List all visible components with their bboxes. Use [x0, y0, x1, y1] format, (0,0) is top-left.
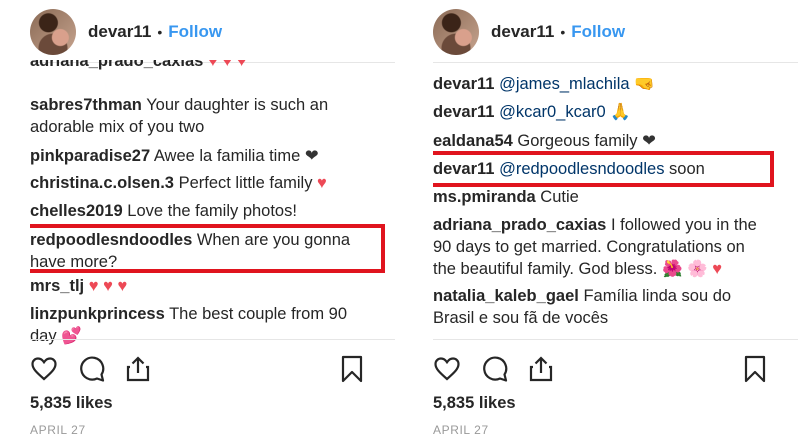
comment-text-cont: the beautiful family. God bless.	[433, 260, 658, 278]
likes-count[interactable]: 5,835 likes	[30, 394, 113, 413]
comment-text-cont: Brasil e sou fã de vocês	[433, 309, 609, 327]
comment-text: Família linda sou do	[583, 287, 732, 305]
comment-username[interactable]: ms.pmiranda	[433, 188, 536, 206]
flowers-emoji: 🌺 🌸 ♥	[662, 260, 723, 278]
header-separator: •	[157, 24, 163, 40]
clipped-comment: adriana_prado_caxias ♥ ♥ ♥	[30, 60, 395, 78]
comment-text: Love the family photos!	[127, 202, 297, 220]
avatar[interactable]	[433, 9, 479, 55]
heart-emoji: ❤	[304, 147, 319, 165]
post-date: APRIL 27	[433, 423, 489, 437]
post-panel-left: devar11 • Follow adriana_prado_caxias ♥ …	[30, 0, 395, 445]
comment-text-cont: day	[30, 327, 57, 345]
share-icon[interactable]	[527, 355, 555, 383]
hearts-emoji: 💕	[61, 327, 82, 345]
post-panel-right: devar11 • Follow devar11 @james_mlachila…	[433, 0, 798, 445]
comment-username[interactable]: pinkparadise27	[30, 147, 150, 165]
comment-username[interactable]: linzpunkprincess	[30, 305, 165, 323]
comment-item: pinkparadise27 Awee la familia time ❤	[30, 145, 395, 167]
highlight-box	[30, 224, 385, 273]
post-header: devar11 • Follow	[30, 8, 395, 56]
post-header: devar11 • Follow	[433, 8, 798, 56]
heart-emoji: ♥	[317, 174, 327, 192]
mention-link[interactable]: @james_mlachila	[499, 75, 629, 93]
comment-text: Awee la familia time	[153, 147, 301, 165]
comment-text: Perfect little family	[178, 174, 313, 192]
comment-username[interactable]: mrs_tlj	[30, 277, 84, 295]
bookmark-icon[interactable]	[743, 355, 767, 383]
praying-hands-emoji: 🙏	[610, 103, 631, 121]
mention-link[interactable]: @kcar0_kcar0	[499, 103, 606, 121]
highlight-box	[433, 151, 774, 187]
comment-bubble-icon[interactable]	[78, 355, 106, 383]
comment-item: christina.c.olsen.3 Perfect little famil…	[30, 172, 395, 194]
action-bar	[30, 355, 395, 387]
header-username[interactable]: devar11	[491, 22, 554, 42]
comment-text: Your daughter is such an	[146, 96, 329, 114]
hearts-emoji: ♥ ♥ ♥	[88, 277, 128, 295]
header-separator: •	[560, 24, 566, 40]
header-username[interactable]: devar11	[88, 22, 151, 42]
comment-username[interactable]: adriana_prado_caxias	[30, 60, 203, 70]
avatar[interactable]	[30, 9, 76, 55]
heart-emoji: ❤	[642, 132, 656, 150]
heart-outline-icon[interactable]	[433, 355, 461, 383]
action-bar	[433, 355, 798, 387]
post-date: APRIL 27	[30, 423, 86, 437]
comment-item: ms.pmiranda Cutie	[433, 186, 798, 208]
comment-username[interactable]: christina.c.olsen.3	[30, 174, 174, 192]
comment-username[interactable]: devar11	[433, 75, 494, 93]
comment-item: linzpunkprincess The best couple from 90…	[30, 303, 395, 347]
likes-count[interactable]: 5,835 likes	[433, 394, 516, 413]
follow-button[interactable]: Follow	[168, 22, 222, 42]
comment-username[interactable]: sabres7thman	[30, 96, 142, 114]
comment-item: chelles2019 Love the family photos!	[30, 200, 395, 222]
comment-item: devar11 @kcar0_kcar0 🙏	[433, 101, 798, 123]
comment-item: natalia_kaleb_gael Família linda sou do …	[433, 285, 798, 329]
comment-text: I followed you in the	[610, 216, 757, 234]
hearts-emoji: ♥ ♥ ♥	[207, 60, 247, 70]
comment-item: adriana_prado_caxias I followed you in t…	[433, 214, 798, 280]
comment-text: Gorgeous family	[517, 132, 638, 150]
comment-item: devar11 @james_mlachila 🤜	[433, 73, 798, 95]
fist-bump-emoji: 🤜	[634, 75, 655, 93]
heart-outline-icon[interactable]	[30, 355, 58, 383]
comment-text: Cutie	[540, 188, 579, 206]
comment-item: sabres7thman Your daughter is such an ad…	[30, 94, 395, 138]
comment-bubble-icon[interactable]	[481, 355, 509, 383]
comment-username[interactable]: natalia_kaleb_gael	[433, 287, 579, 305]
follow-button[interactable]: Follow	[571, 22, 625, 42]
share-icon[interactable]	[124, 355, 152, 383]
header-divider	[433, 62, 798, 63]
comment-text: The best couple from 90	[169, 305, 348, 323]
bookmark-icon[interactable]	[340, 355, 364, 383]
comment-text-cont: adorable mix of you two	[30, 118, 205, 136]
comment-username[interactable]: devar11	[433, 103, 494, 121]
comments-divider	[433, 339, 798, 340]
comment-username[interactable]: ealdana54	[433, 132, 513, 150]
comment-item: mrs_tlj ♥ ♥ ♥	[30, 275, 395, 297]
comment-username[interactable]: chelles2019	[30, 202, 123, 220]
comments-divider	[30, 339, 395, 340]
comment-item: ealdana54 Gorgeous family ❤	[433, 130, 798, 152]
comment-username[interactable]: adriana_prado_caxias	[433, 216, 606, 234]
comment-text-cont: 90 days to get married. Congratulations …	[433, 238, 745, 256]
